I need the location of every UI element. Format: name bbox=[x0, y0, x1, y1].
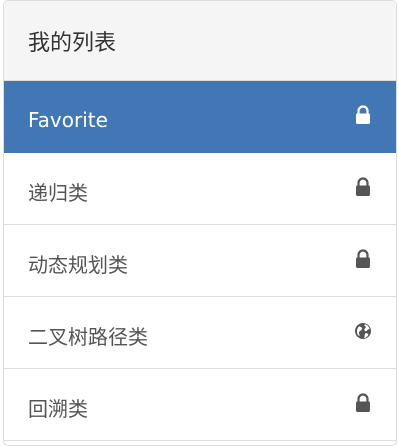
list-item-label: 动态规划类 bbox=[28, 253, 128, 277]
lock-icon bbox=[356, 105, 370, 124]
list-item-favorite[interactable]: Favorite bbox=[4, 81, 396, 153]
panel-title: 我的列表 bbox=[28, 30, 117, 56]
list-item-backtracking[interactable]: 回溯类 bbox=[4, 369, 396, 441]
lock-icon bbox=[356, 249, 370, 268]
list: Favorite 递归类 动态规划类 二叉树路径类 回溯类 bbox=[4, 81, 396, 441]
list-item-dynamic-programming[interactable]: 动态规划类 bbox=[4, 225, 396, 297]
list-item-binary-tree-path[interactable]: 二叉树路径类 bbox=[4, 297, 396, 369]
lock-icon bbox=[356, 393, 370, 412]
my-list-panel: 我的列表 Favorite 递归类 动态规划类 二叉树路径类 回溯类 bbox=[3, 0, 397, 446]
lock-icon bbox=[356, 177, 370, 196]
panel-header: 我的列表 bbox=[4, 1, 396, 81]
list-item-label: Favorite bbox=[28, 107, 108, 132]
list-item-recursion[interactable]: 递归类 bbox=[4, 153, 396, 225]
list-item-label: 递归类 bbox=[28, 181, 88, 205]
list-item-label: 回溯类 bbox=[28, 397, 88, 421]
list-item-label: 二叉树路径类 bbox=[28, 325, 148, 349]
globe-icon bbox=[355, 323, 371, 339]
